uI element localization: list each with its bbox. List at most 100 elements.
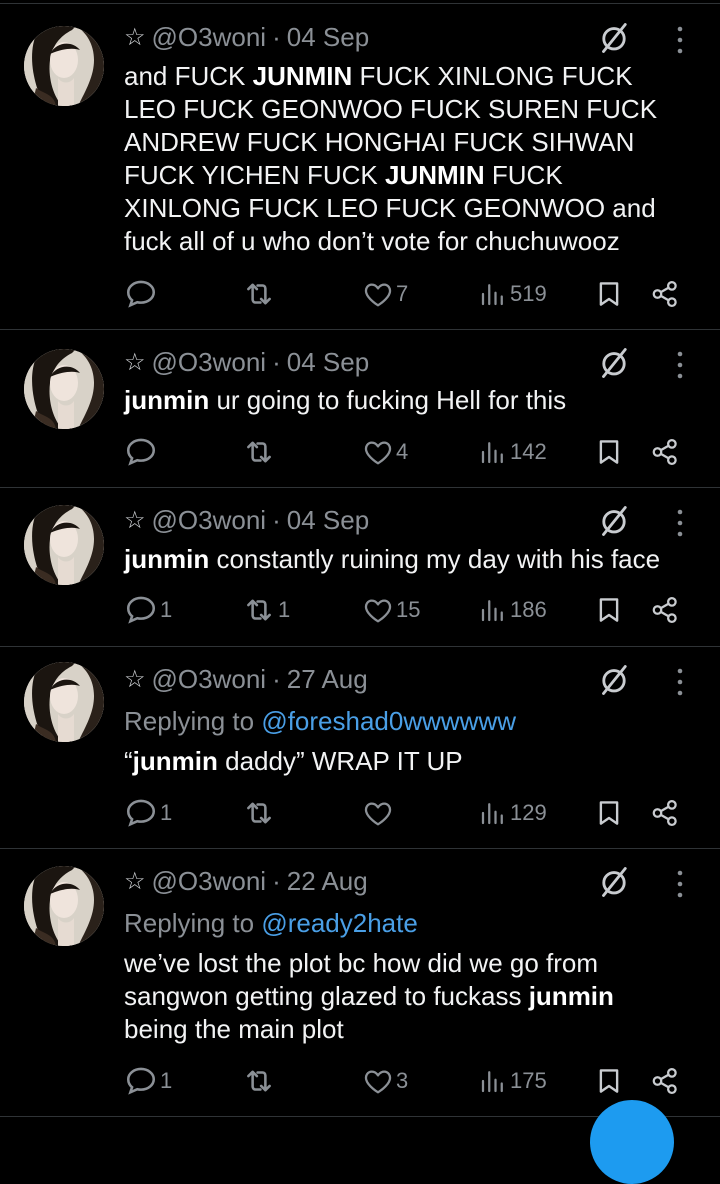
share-button[interactable] (650, 276, 680, 312)
tweet[interactable]: ☆ @O3woni · 27 Aug Replying to @foreshad… (0, 646, 720, 849)
tweet-date[interactable]: 27 Aug (287, 664, 368, 695)
mute-icon[interactable] (596, 662, 632, 698)
reply-button[interactable] (124, 276, 160, 312)
avatar[interactable] (24, 866, 104, 946)
replying-label: Replying to (124, 706, 255, 736)
repost-button[interactable] (242, 795, 278, 831)
bookmark-icon (594, 279, 624, 309)
share-button[interactable] (650, 592, 680, 628)
bookmark-icon (594, 1066, 624, 1096)
action-bar: 7 519 (124, 276, 684, 312)
more-icon[interactable] (670, 505, 690, 541)
repost-button[interactable] (242, 434, 278, 470)
action-bar: 1 3 175 (124, 1063, 684, 1099)
star-icon: ☆ (124, 665, 146, 693)
separator: · (272, 663, 281, 694)
views-count: 519 (510, 281, 547, 306)
user-handle[interactable]: @O3woni (152, 347, 267, 378)
bookmark-button[interactable] (594, 434, 624, 470)
repost-icon (242, 435, 276, 469)
body-text: daddy” WRAP IT UP (217, 746, 463, 776)
reply-count: 1 (160, 1068, 173, 1093)
mute-icon[interactable] (596, 345, 632, 381)
views-icon (478, 798, 508, 828)
bookmark-button[interactable] (594, 1063, 624, 1099)
views-button[interactable]: 142 (478, 434, 547, 470)
bookmark-button[interactable] (594, 592, 624, 628)
tweet[interactable]: ☆ @O3woni · 04 Sep junmin ur going to fu… (0, 329, 720, 488)
like-button[interactable]: 7 (362, 276, 408, 312)
like-button[interactable]: 3 (362, 1063, 408, 1099)
replying-handle-link[interactable]: @foreshad0wwwwww (261, 706, 516, 736)
avatar[interactable] (24, 349, 104, 429)
tweet-date[interactable]: 04 Sep (287, 347, 369, 378)
body-text-bold: junmin (124, 544, 210, 574)
bookmark-button[interactable] (594, 795, 624, 831)
reply-button[interactable]: 1 (124, 795, 172, 831)
reply-icon (124, 1064, 158, 1098)
user-handle[interactable]: @O3woni (152, 664, 267, 695)
repost-button[interactable]: 1 (242, 592, 290, 628)
star-icon: ☆ (124, 867, 146, 895)
reply-icon (124, 277, 158, 311)
share-button[interactable] (650, 434, 680, 470)
action-bar: 1 129 (124, 795, 684, 831)
user-handle[interactable]: @O3woni (152, 22, 267, 53)
star-icon: ☆ (124, 506, 146, 534)
avatar[interactable] (24, 505, 104, 585)
more-icon[interactable] (670, 664, 690, 700)
like-button[interactable]: 15 (362, 592, 420, 628)
tweet[interactable]: ☆ @O3woni · 04 Sep junmin constantly rui… (0, 487, 720, 647)
bookmark-icon (594, 798, 624, 828)
replying-to: Replying to @foreshad0wwwwww (124, 704, 516, 738)
separator: · (272, 346, 281, 377)
share-icon (650, 437, 680, 467)
avatar[interactable] (24, 662, 104, 742)
tweet-header: ☆ @O3woni · 27 Aug (124, 662, 368, 696)
tweet-header: ☆ @O3woni · 04 Sep (124, 20, 369, 54)
tweet-date[interactable]: 22 Aug (287, 866, 368, 897)
avatar[interactable] (24, 26, 104, 106)
share-button[interactable] (650, 795, 680, 831)
mute-icon[interactable] (596, 864, 632, 900)
share-icon (650, 798, 680, 828)
star-icon: ☆ (124, 23, 146, 51)
views-button[interactable]: 129 (478, 795, 547, 831)
views-button[interactable]: 519 (478, 276, 547, 312)
body-text-bold: junmin (132, 746, 218, 776)
more-icon[interactable] (670, 347, 690, 383)
reply-button[interactable]: 1 (124, 1063, 172, 1099)
tweet-date[interactable]: 04 Sep (287, 505, 369, 536)
mute-icon[interactable] (596, 20, 632, 56)
share-button[interactable] (650, 1063, 680, 1099)
compose-button[interactable] (590, 1100, 674, 1184)
tweet-header: ☆ @O3woni · 22 Aug (124, 864, 368, 898)
views-count: 175 (510, 1068, 547, 1093)
like-button[interactable]: 4 (362, 434, 408, 470)
replying-handle-link[interactable]: @ready2hate (261, 908, 418, 938)
tweet[interactable]: ☆ @O3woni · 22 Aug Replying to @ready2ha… (0, 848, 720, 1117)
views-button[interactable]: 175 (478, 1063, 547, 1099)
repost-icon (242, 593, 276, 627)
body-text-bold: JUNMIN (252, 61, 353, 91)
more-icon[interactable] (670, 866, 690, 902)
bookmark-button[interactable] (594, 276, 624, 312)
action-bar: 1 1 15 186 (124, 592, 684, 628)
user-handle[interactable]: @O3woni (152, 505, 267, 536)
like-icon (362, 1065, 394, 1097)
repost-button[interactable] (242, 276, 278, 312)
share-icon (650, 595, 680, 625)
tweet[interactable]: ☆ @O3woni · 04 Sep and FUCK JUNMIN FUCK … (0, 4, 720, 330)
share-icon (650, 1066, 680, 1096)
mute-icon[interactable] (596, 503, 632, 539)
more-icon[interactable] (670, 22, 690, 58)
user-handle[interactable]: @O3woni (152, 866, 267, 897)
reply-button[interactable]: 1 (124, 592, 172, 628)
reply-count: 1 (160, 597, 173, 622)
bookmark-icon (594, 437, 624, 467)
tweet-date[interactable]: 04 Sep (287, 22, 369, 53)
repost-button[interactable] (242, 1063, 278, 1099)
reply-button[interactable] (124, 434, 160, 470)
like-button[interactable] (362, 795, 396, 831)
views-button[interactable]: 186 (478, 592, 547, 628)
